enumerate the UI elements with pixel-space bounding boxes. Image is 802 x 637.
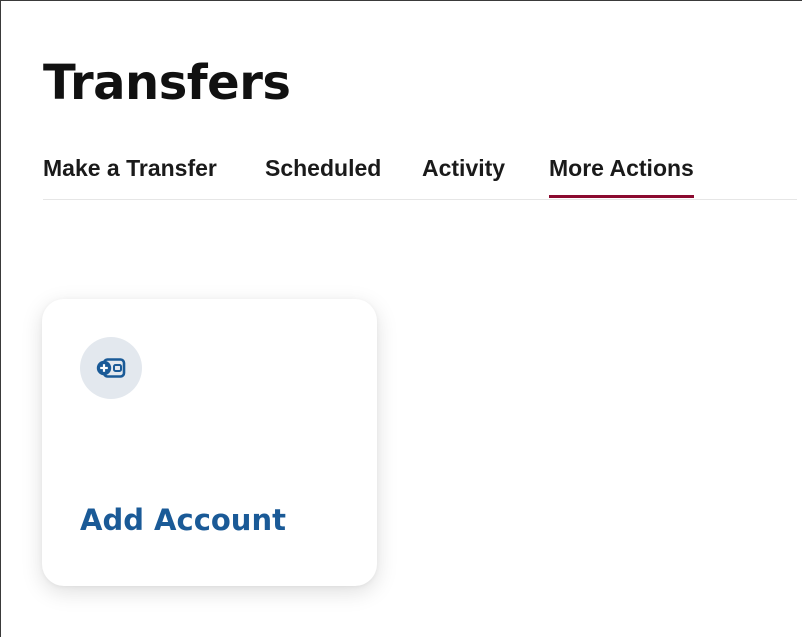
tab-bar: Make a Transfer Scheduled Activity More …: [43, 149, 797, 200]
tab-scheduled[interactable]: Scheduled: [265, 149, 381, 197]
wallet-add-icon: [80, 337, 142, 399]
tab-more-actions[interactable]: More Actions: [549, 149, 694, 198]
tab-make-a-transfer[interactable]: Make a Transfer: [43, 149, 217, 197]
tab-activity[interactable]: Activity: [422, 149, 505, 197]
page-title: Transfers: [43, 55, 291, 111]
add-account-label[interactable]: Add Account: [80, 502, 286, 538]
window-frame: Transfers Make a Transfer Scheduled Acti…: [0, 0, 802, 637]
add-account-card[interactable]: Add Account: [42, 299, 377, 586]
